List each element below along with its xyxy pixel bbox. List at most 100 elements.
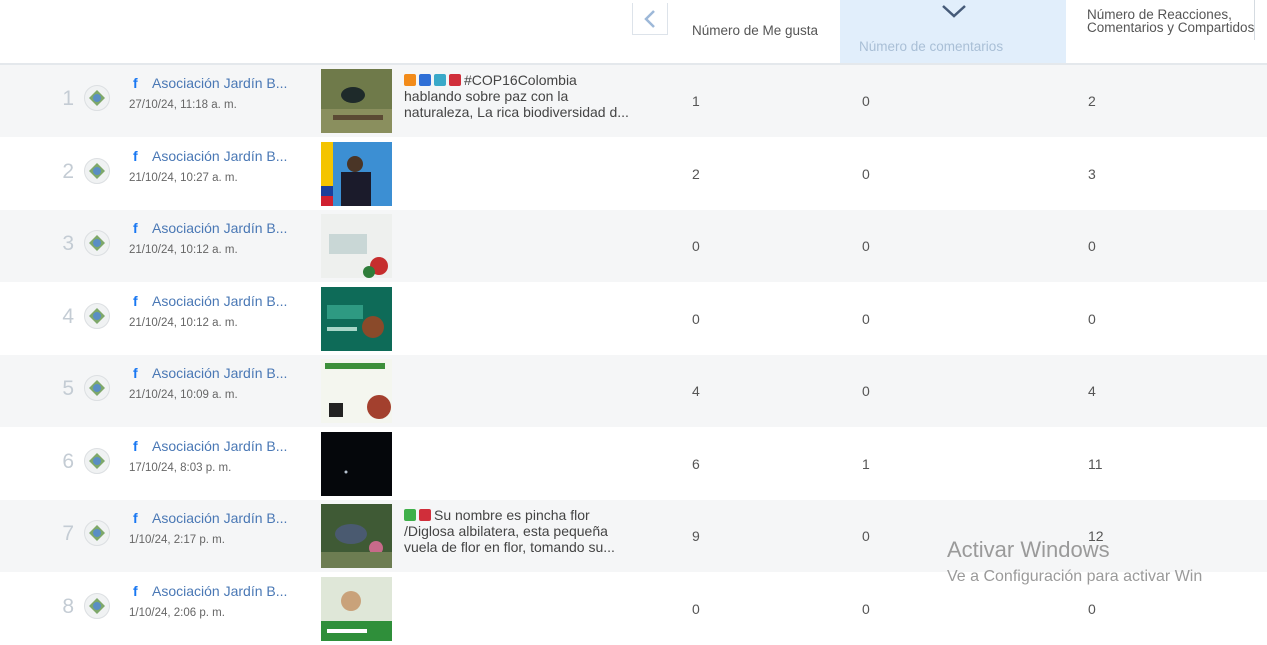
column-divider xyxy=(1254,0,1255,40)
chevron-left-icon xyxy=(644,9,655,28)
row-number: 1 xyxy=(62,87,74,110)
column-header-comments[interactable]: Número de comentarios xyxy=(840,0,1066,63)
facebook-icon: f xyxy=(133,582,138,599)
facebook-icon: f xyxy=(133,510,138,526)
post-thumbnail[interactable] xyxy=(321,214,392,278)
likes-count: 6 xyxy=(692,455,700,472)
likes-count: 4 xyxy=(692,383,700,399)
avatar[interactable] xyxy=(84,85,110,111)
chevron-down-icon[interactable] xyxy=(940,3,968,19)
logo-icon xyxy=(89,452,105,469)
likes-count: 0 xyxy=(692,238,700,254)
table-row[interactable]: 5 f Asociación Jardín B... 21/10/24, 10:… xyxy=(0,355,1267,427)
row-number: 6 xyxy=(62,449,74,473)
table-row[interactable]: 4 f Asociación Jardín B... 21/10/24, 10:… xyxy=(0,282,1267,355)
post-thumbnail[interactable] xyxy=(321,141,392,206)
logo-icon xyxy=(89,162,105,179)
avatar[interactable] xyxy=(84,230,110,256)
author-link[interactable]: Asociación Jardín B... xyxy=(152,583,287,599)
caption-line: /Diglosa albilatera, esta pequeña xyxy=(404,523,608,539)
emoji-icon xyxy=(419,74,431,86)
row-number: 3 xyxy=(62,232,74,255)
avatar[interactable] xyxy=(84,375,110,401)
likes-count: 2 xyxy=(692,165,700,182)
table-row[interactable]: 3 f Asociación Jardín B... 21/10/24, 10:… xyxy=(0,210,1267,282)
comments-count: 0 xyxy=(862,528,870,544)
table-row[interactable]: 2 f Asociación Jardín B... 21/10/24, 10:… xyxy=(0,137,1267,210)
reactions-count: 0 xyxy=(1088,310,1096,327)
emoji-icon xyxy=(404,509,416,521)
comments-count: 0 xyxy=(862,310,870,327)
reactions-count: 2 xyxy=(1088,93,1096,109)
logo-icon xyxy=(89,307,105,324)
post-date: 21/10/24, 10:09 a. m. xyxy=(129,389,238,401)
logo-icon xyxy=(89,90,105,106)
facebook-icon: f xyxy=(133,292,138,309)
author-link[interactable]: Asociación Jardín B... xyxy=(152,510,287,526)
row-number: 7 xyxy=(62,522,74,545)
post-date: 21/10/24, 10:27 a. m. xyxy=(129,171,238,184)
comments-count: 0 xyxy=(862,383,870,399)
likes-count: 1 xyxy=(692,93,700,109)
likes-count: 0 xyxy=(692,310,700,327)
post-caption: #COP16Colombia hablando sobre paz con la… xyxy=(404,72,659,120)
author-link[interactable]: Asociación Jardín B... xyxy=(152,75,287,91)
post-thumbnail[interactable] xyxy=(321,504,392,568)
column-header-reactions[interactable]: Número de Reacciones, Comentarios y Comp… xyxy=(1066,0,1256,63)
facebook-icon: f xyxy=(133,75,138,91)
avatar[interactable] xyxy=(84,157,110,184)
comments-count: 0 xyxy=(862,93,870,109)
table-header: Número de Me gusta Número de comentarios… xyxy=(0,0,1267,65)
windows-activation-title: Activar Windows xyxy=(947,537,1110,562)
post-thumbnail[interactable] xyxy=(321,431,392,496)
table-row[interactable]: 1 f Asociación Jardín B... 27/10/24, 11:… xyxy=(0,65,1267,137)
facebook-icon: f xyxy=(133,437,138,454)
caption-line: vuela de flor en flor, tomando su... xyxy=(404,539,615,555)
reactions-count: 4 xyxy=(1088,383,1096,399)
facebook-icon: f xyxy=(133,220,138,236)
row-number: 5 xyxy=(62,377,74,400)
caption-line: naturaleza, La rica biodiversidad d... xyxy=(404,104,629,120)
reactions-label: Número de Reacciones, Comentarios y Comp… xyxy=(1087,7,1255,35)
column-header-likes[interactable]: Número de Me gusta xyxy=(670,0,840,63)
post-date: 17/10/24, 8:03 p. m. xyxy=(129,461,232,474)
author-link[interactable]: Asociación Jardín B... xyxy=(152,365,287,381)
comments-count: 0 xyxy=(862,600,870,617)
logo-icon xyxy=(89,597,105,614)
comments-count: 0 xyxy=(862,165,870,182)
post-thumbnail[interactable] xyxy=(321,286,392,351)
emoji-icon xyxy=(404,74,416,86)
likes-label: Número de Me gusta xyxy=(692,23,819,38)
post-thumbnail[interactable] xyxy=(321,69,392,133)
windows-activation-subtitle: Ve a Configuración para activar Win xyxy=(947,568,1203,585)
comments-count: 1 xyxy=(862,455,870,472)
avatar[interactable] xyxy=(84,520,110,546)
author-link[interactable]: Asociación Jardín B... xyxy=(152,438,287,454)
avatar[interactable] xyxy=(84,447,110,474)
post-date: 1/10/24, 2:17 p. m. xyxy=(129,534,225,546)
row-number: 4 xyxy=(62,304,74,328)
comments-label: Número de comentarios xyxy=(859,39,1004,54)
caption-line: #COP16Colombia xyxy=(464,72,577,88)
caption-line: hablando sobre paz con la xyxy=(404,88,569,104)
likes-count: 9 xyxy=(692,528,700,544)
emoji-icon xyxy=(449,74,461,86)
author-link[interactable]: Asociación Jardín B... xyxy=(152,293,287,309)
comments-count: 0 xyxy=(862,238,870,254)
author-link[interactable]: Asociación Jardín B... xyxy=(152,220,287,236)
avatar[interactable] xyxy=(84,302,110,329)
reactions-count: 0 xyxy=(1088,600,1096,617)
logo-icon xyxy=(89,380,105,396)
row-number: 8 xyxy=(62,594,74,618)
row-number: 2 xyxy=(62,159,74,183)
logo-icon xyxy=(89,235,105,251)
collapse-columns-button[interactable] xyxy=(632,3,668,35)
logo-icon xyxy=(89,525,105,541)
avatar[interactable] xyxy=(84,592,110,619)
table-row[interactable]: 6 f Asociación Jardín B... 17/10/24, 8:0… xyxy=(0,427,1267,500)
post-thumbnail[interactable] xyxy=(321,359,392,423)
reactions-count: 11 xyxy=(1088,455,1103,472)
author-link[interactable]: Asociación Jardín B... xyxy=(152,148,287,164)
reactions-count: 0 xyxy=(1088,238,1096,254)
facebook-icon: f xyxy=(133,365,138,381)
